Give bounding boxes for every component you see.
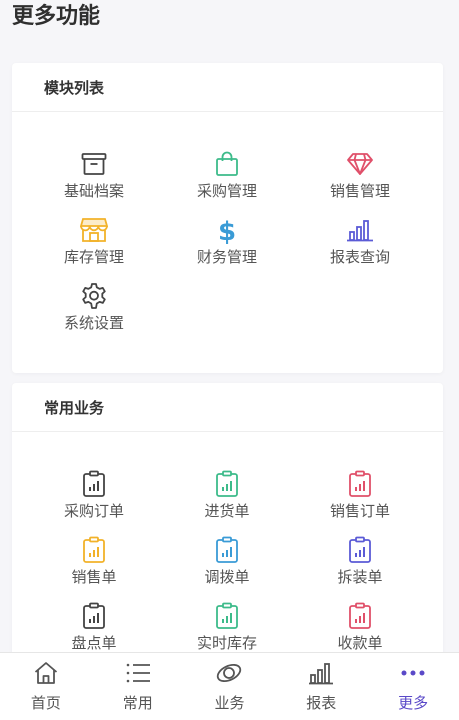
section-title-modules: 模块列表 [12, 63, 443, 112]
business-item-sales-slip[interactable]: 销售单 [22, 535, 166, 601]
clipboard-chart-icon [79, 469, 109, 499]
module-label: 基础档案 [63, 182, 124, 200]
orbit-icon [215, 659, 243, 687]
tab-label: 业务 [214, 694, 245, 712]
module-label: 库存管理 [63, 248, 124, 266]
clipboard-chart-icon [79, 535, 109, 565]
module-item-finance[interactable]: $ 财务管理 [155, 215, 299, 281]
common-business-card: 常用业务 采购订单 进货单 销售订单 销售单 调拨单 拆装单 盘点单 实时库存 … [12, 383, 443, 683]
page-title: 更多功能 [12, 4, 101, 29]
module-list-card: 模块列表 基础档案 采购管理 销售管理 库存管理 $ 财务管理 报表查询 系统设… [12, 63, 443, 373]
module-item-basic-archive[interactable]: 基础档案 [22, 149, 166, 215]
more-dots-icon [399, 659, 427, 687]
clipboard-chart-icon [212, 601, 242, 631]
section-title-business: 常用业务 [12, 383, 443, 432]
tab-label: 常用 [122, 694, 153, 712]
tab-business[interactable]: 业务 [184, 653, 276, 720]
tab-home[interactable]: 首页 [0, 653, 92, 720]
module-label: 采购管理 [196, 182, 257, 200]
tab-label: 报表 [306, 694, 337, 712]
business-label: 收款单 [337, 634, 383, 652]
business-label: 采购订单 [63, 502, 124, 520]
tab-reports[interactable]: 报表 [275, 653, 367, 720]
dollar-icon: $ [212, 215, 242, 245]
module-label: 销售管理 [329, 182, 390, 200]
bottom-tab-bar: 首页 常用 业务 报表 更多 [0, 652, 459, 720]
clipboard-chart-icon [345, 535, 375, 565]
clipboard-chart-icon [345, 601, 375, 631]
business-label: 调拨单 [204, 568, 250, 586]
module-label: 财务管理 [196, 248, 257, 266]
module-label: 报表查询 [329, 248, 390, 266]
diamond-icon [345, 149, 375, 179]
tab-common[interactable]: 常用 [92, 653, 184, 720]
business-label: 销售订单 [329, 502, 390, 520]
bar-chart-icon [307, 659, 335, 687]
tab-more[interactable]: 更多 [367, 653, 459, 720]
business-item-transfer[interactable]: 调拨单 [155, 535, 299, 601]
business-label: 盘点单 [71, 634, 117, 652]
tab-label: 更多 [398, 694, 429, 712]
clipboard-chart-icon [212, 469, 242, 499]
module-item-purchase[interactable]: 采购管理 [155, 149, 299, 215]
business-item-purchase-order[interactable]: 采购订单 [22, 469, 166, 535]
business-label: 进货单 [204, 502, 250, 520]
gear-icon [79, 281, 109, 311]
list-icon [124, 659, 152, 687]
business-item-assembly[interactable]: 拆装单 [288, 535, 432, 601]
module-label: 系统设置 [63, 314, 124, 332]
module-item-sales[interactable]: 销售管理 [288, 149, 432, 215]
module-item-inventory[interactable]: 库存管理 [22, 215, 166, 281]
clipboard-chart-icon [345, 469, 375, 499]
bar-chart-icon [345, 215, 375, 245]
module-item-settings[interactable]: 系统设置 [22, 281, 166, 347]
archive-box-icon [79, 149, 109, 179]
business-label: 实时库存 [196, 634, 257, 652]
shopping-bag-icon [212, 149, 242, 179]
tab-label: 首页 [30, 694, 61, 712]
clipboard-chart-icon [79, 601, 109, 631]
home-icon [32, 659, 60, 687]
business-label: 销售单 [71, 568, 117, 586]
module-item-reports[interactable]: 报表查询 [288, 215, 432, 281]
clipboard-chart-icon [212, 535, 242, 565]
store-icon [79, 215, 109, 245]
business-item-sales-order[interactable]: 销售订单 [288, 469, 432, 535]
business-label: 拆装单 [337, 568, 383, 586]
business-item-receiving[interactable]: 进货单 [155, 469, 299, 535]
svg-text:$: $ [218, 217, 236, 244]
